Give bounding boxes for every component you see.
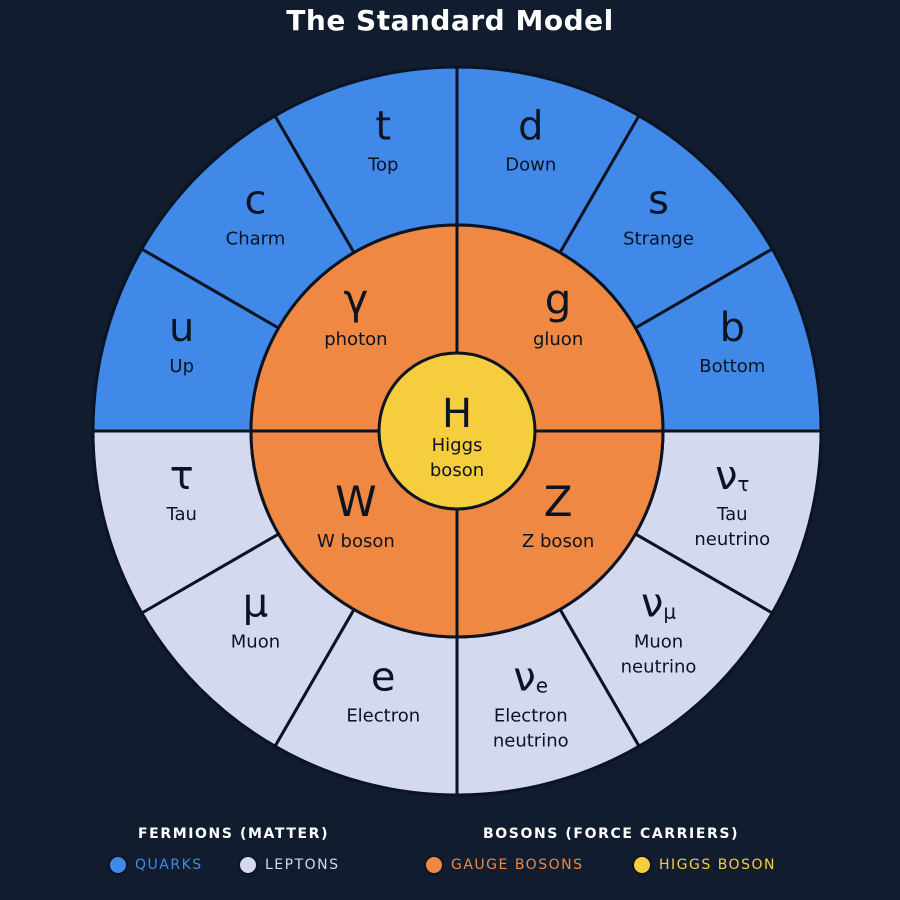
gluon-name: gluon bbox=[533, 329, 583, 350]
electron-neutrino-name-line-2: neutrino bbox=[493, 730, 569, 751]
leptons-swatch-icon bbox=[238, 855, 258, 875]
tau-name: Tau bbox=[165, 504, 196, 525]
higgs-symbol: H bbox=[442, 391, 472, 437]
legend-bosons-heading: BOSONS (FORCE CARRIERS) bbox=[483, 826, 740, 842]
muon-neutrino-name-line-2: neutrino bbox=[621, 657, 697, 678]
electron-symbol: e bbox=[371, 654, 396, 700]
tau-symbol: τ bbox=[170, 453, 194, 499]
muon-neutrino-subscript: μ bbox=[663, 600, 676, 624]
strange-symbol: s bbox=[648, 177, 669, 223]
legend-quarks-label: QUARKS bbox=[135, 857, 203, 873]
legend-higgs-boson-label: HIGGS BOSON bbox=[659, 857, 776, 873]
legend-leptons-label: LEPTONS bbox=[265, 857, 340, 873]
higgs-name-line-1: Higgs bbox=[432, 435, 483, 456]
photon-symbol: γ bbox=[343, 275, 368, 324]
muon-symbol: μ bbox=[243, 581, 268, 627]
down-symbol: d bbox=[518, 104, 543, 150]
electron-neutrino-name-line-1: Electron bbox=[494, 705, 568, 726]
tau-neutrino-name-line-2: neutrino bbox=[694, 529, 770, 550]
charm-symbol: c bbox=[244, 177, 266, 223]
bottom-symbol: b bbox=[720, 305, 745, 351]
higgs-name-line-2: boson bbox=[430, 460, 484, 481]
up-name: Up bbox=[169, 356, 194, 377]
legend-item-quarks: QUARKS bbox=[108, 852, 203, 878]
electron-neutrino-subscript: e bbox=[536, 673, 548, 697]
bottom-name: Bottom bbox=[699, 356, 765, 377]
tau-neutrino-subscript: τ bbox=[737, 472, 749, 496]
legend-item-gauge-bosons: GAUGE BOSONS bbox=[424, 852, 583, 878]
standard-model-wheel: uUpcCharmtTopdDownsStrangebBottomντTaune… bbox=[91, 65, 823, 797]
photon-name: photon bbox=[324, 329, 387, 350]
muon-name: Muon bbox=[231, 632, 280, 653]
legend-item-leptons: LEPTONS bbox=[238, 852, 340, 878]
legend-item-higgs-boson: HIGGS BOSON bbox=[632, 852, 776, 878]
gauge-bosons-swatch-icon bbox=[424, 855, 444, 875]
w-boson-name: W boson bbox=[317, 531, 395, 552]
z-boson-name: Z boson bbox=[522, 531, 594, 552]
strange-name: Strange bbox=[623, 228, 694, 249]
top-name: Top bbox=[367, 155, 398, 176]
tau-neutrino-name-line-1: Tau bbox=[716, 504, 747, 525]
higgs-boson-swatch-icon bbox=[632, 855, 652, 875]
muon-neutrino-name-line-1: Muon bbox=[634, 632, 683, 653]
legend-gauge-bosons-label: GAUGE BOSONS bbox=[451, 857, 584, 873]
w-boson-symbol: W bbox=[335, 477, 377, 526]
z-boson-symbol: Z bbox=[544, 477, 573, 526]
quarks-swatch-icon bbox=[108, 855, 128, 875]
charm-name: Charm bbox=[226, 228, 286, 249]
up-symbol: u bbox=[169, 305, 194, 351]
down-name: Down bbox=[505, 155, 556, 176]
legend-fermions-heading: FERMIONS (MATTER) bbox=[138, 826, 330, 842]
gluon-symbol: g bbox=[545, 275, 572, 324]
electron-name: Electron bbox=[346, 705, 420, 726]
top-symbol: t bbox=[375, 104, 391, 150]
